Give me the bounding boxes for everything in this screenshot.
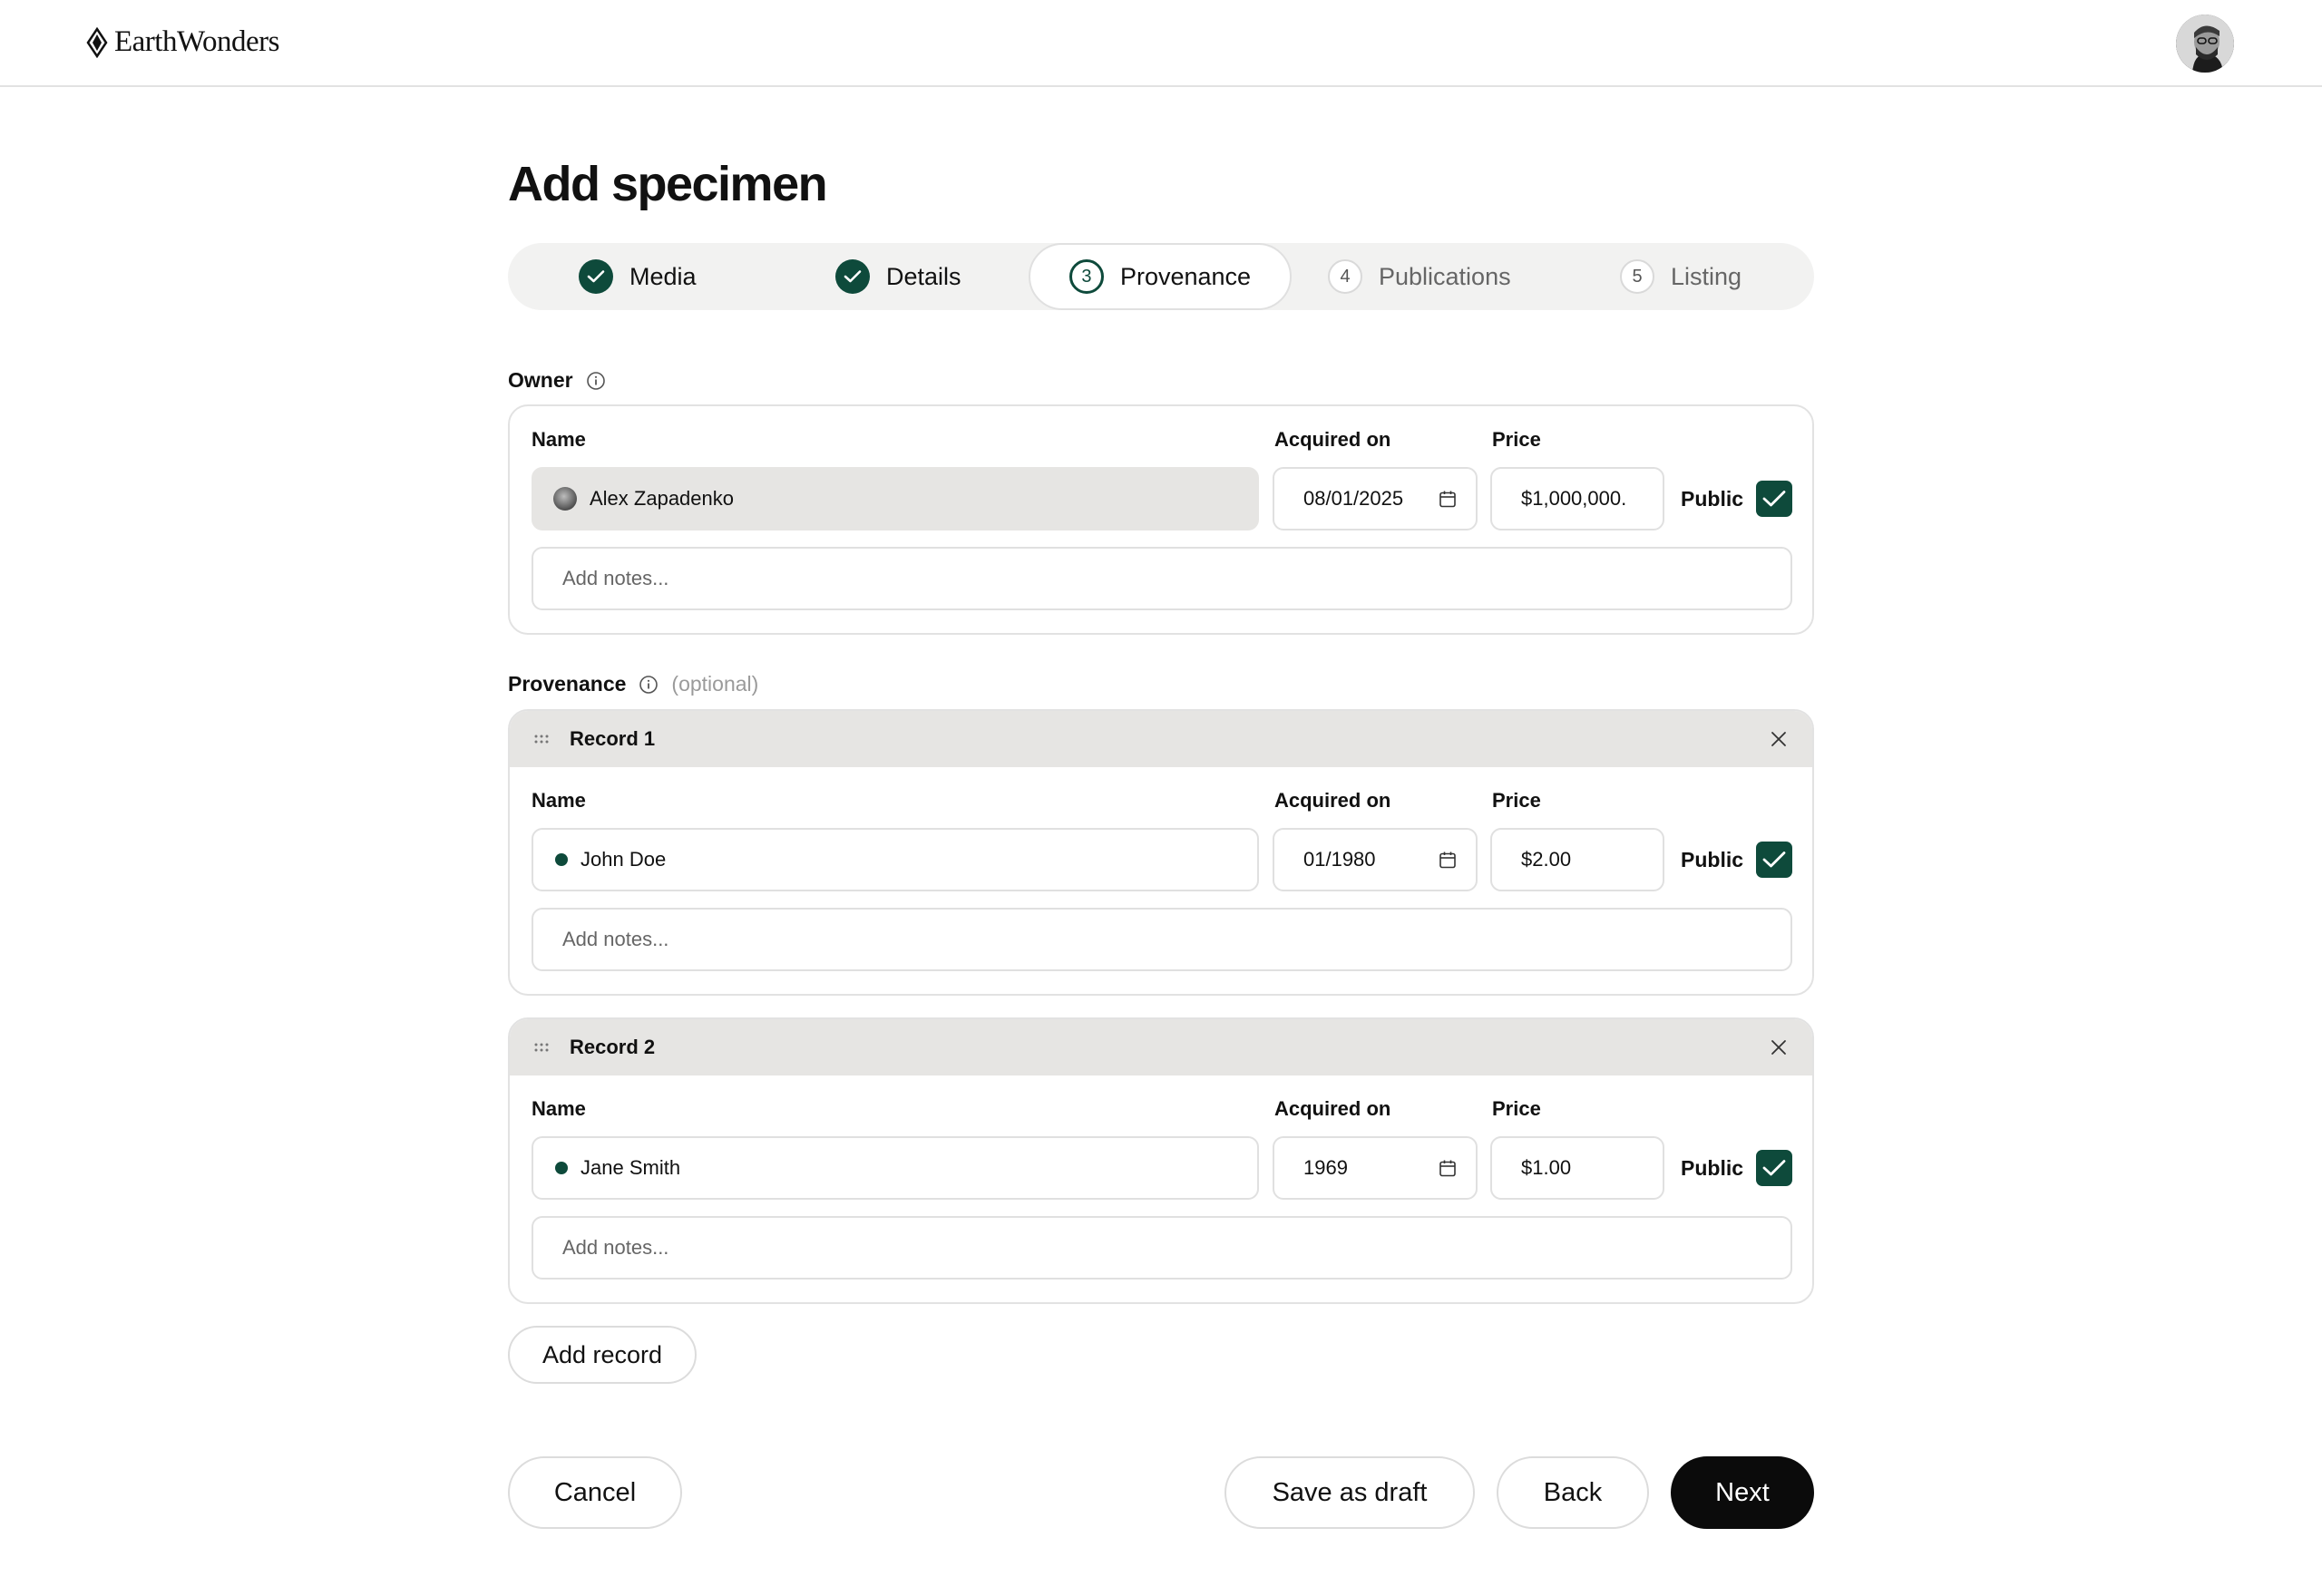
- name-label: Name: [532, 428, 586, 451]
- provenance-section-label: Provenance (optional): [508, 672, 758, 696]
- record-price-field[interactable]: $1.00: [1490, 1136, 1664, 1200]
- price-label: Price: [1492, 1097, 1541, 1120]
- calendar-icon[interactable]: [1438, 1158, 1458, 1178]
- acquired-on-label: Acquired on: [1274, 1097, 1391, 1120]
- record-notes-field[interactable]: Add notes...: [532, 1216, 1792, 1280]
- public-checkbox[interactable]: [1756, 842, 1793, 878]
- owner-notes-field[interactable]: Add notes...: [532, 547, 1792, 610]
- optional-label: (optional): [671, 672, 759, 696]
- info-icon[interactable]: [586, 371, 606, 391]
- record-header: Record 1: [510, 711, 1812, 767]
- step-label: Provenance: [1119, 262, 1252, 290]
- step-media[interactable]: Media: [579, 243, 697, 310]
- price-label: Price: [1492, 789, 1541, 812]
- info-icon[interactable]: [639, 675, 659, 695]
- top-bar: EarthWonders: [0, 0, 2322, 87]
- record-acquired-date-field[interactable]: 01/1980: [1273, 828, 1478, 891]
- public-checkbox[interactable]: [1756, 481, 1793, 517]
- provenance-record-card: Record 2 Name Acquired on Price Jane Smi…: [508, 1017, 1814, 1304]
- step-navigation: Media Details 3 Provenance 4 Publication…: [508, 243, 1814, 310]
- step-details[interactable]: Details: [835, 243, 961, 310]
- record-title: Record 2: [570, 1036, 656, 1058]
- step-label: Listing: [1671, 262, 1742, 290]
- owner-name-value: Alex Zapadenko: [590, 487, 734, 510]
- step-number: 5: [1620, 259, 1654, 294]
- record-name-field[interactable]: John Doe: [532, 828, 1259, 891]
- record-header: Record 2: [510, 1019, 1812, 1075]
- check-icon: [579, 259, 613, 294]
- step-label: Details: [886, 262, 961, 290]
- owner-price-value: $1,000,000.: [1521, 487, 1627, 510]
- name-label: Name: [532, 1097, 586, 1120]
- record-acquired-value: 1969: [1303, 1156, 1348, 1179]
- drag-handle-icon[interactable]: [533, 734, 550, 744]
- record-acquired-value: 01/1980: [1303, 848, 1376, 871]
- brand-logo[interactable]: EarthWonders: [85, 25, 279, 59]
- step-label: Media: [629, 262, 697, 290]
- acquired-on-label: Acquired on: [1274, 789, 1391, 812]
- status-dot-icon: [555, 853, 568, 866]
- step-number: 4: [1328, 259, 1362, 294]
- cancel-button[interactable]: Cancel: [508, 1456, 682, 1529]
- owner-card: Name Acquired on Price Alex Zapadenko 08…: [508, 404, 1814, 635]
- record-name-field[interactable]: Jane Smith: [532, 1136, 1259, 1200]
- remove-record-icon[interactable]: [1769, 729, 1789, 749]
- acquired-on-label: Acquired on: [1274, 428, 1391, 451]
- notes-placeholder: Add notes...: [562, 1236, 669, 1259]
- owner-label: Owner: [508, 368, 573, 392]
- public-checkbox[interactable]: [1756, 1150, 1793, 1186]
- provenance-label: Provenance: [508, 672, 627, 696]
- notes-placeholder: Add notes...: [562, 928, 669, 950]
- record-name-value: Jane Smith: [580, 1156, 681, 1179]
- owner-name-field[interactable]: Alex Zapadenko: [532, 467, 1259, 530]
- provenance-record-card: Record 1 Name Acquired on Price John Doe…: [508, 709, 1814, 996]
- owner-acquired-date-field[interactable]: 08/01/2025: [1273, 467, 1478, 530]
- record-acquired-date-field[interactable]: 1969: [1273, 1136, 1478, 1200]
- public-label: Public: [1681, 1155, 1744, 1180]
- page-title: Add specimen: [508, 157, 828, 211]
- next-button[interactable]: Next: [1671, 1456, 1814, 1529]
- name-label: Name: [532, 789, 586, 812]
- calendar-icon[interactable]: [1438, 489, 1458, 509]
- step-number: 3: [1068, 259, 1104, 294]
- notes-placeholder: Add notes...: [562, 567, 669, 589]
- public-label: Public: [1681, 486, 1744, 511]
- public-label: Public: [1681, 847, 1744, 871]
- step-label: Publications: [1379, 262, 1511, 290]
- owner-acquired-value: 08/01/2025: [1303, 487, 1404, 510]
- calendar-icon[interactable]: [1438, 850, 1458, 870]
- status-dot-icon: [555, 1162, 568, 1174]
- record-price-value: $1.00: [1521, 1156, 1572, 1179]
- step-publications[interactable]: 4 Publications: [1328, 243, 1511, 310]
- record-title: Record 1: [570, 727, 656, 750]
- owner-section-label: Owner: [508, 368, 606, 393]
- record-public-toggle: Public: [1681, 842, 1793, 878]
- step-provenance[interactable]: 3 Provenance: [1029, 243, 1292, 310]
- brand-diamond-icon: [85, 26, 109, 58]
- owner-public-toggle: Public: [1681, 481, 1793, 517]
- drag-handle-icon[interactable]: [533, 1042, 550, 1053]
- brand-name: EarthWonders: [114, 25, 279, 58]
- owner-price-field[interactable]: $1,000,000.: [1490, 467, 1664, 530]
- price-label: Price: [1492, 428, 1541, 451]
- record-price-field[interactable]: $2.00: [1490, 828, 1664, 891]
- remove-record-icon[interactable]: [1769, 1037, 1789, 1057]
- add-record-button[interactable]: Add record: [508, 1326, 697, 1384]
- record-notes-field[interactable]: Add notes...: [532, 908, 1792, 971]
- record-name-value: John Doe: [580, 848, 667, 871]
- step-listing[interactable]: 5 Listing: [1620, 243, 1742, 310]
- back-button[interactable]: Back: [1497, 1456, 1649, 1529]
- check-icon: [835, 259, 870, 294]
- record-public-toggle: Public: [1681, 1150, 1793, 1186]
- owner-avatar: [553, 487, 577, 511]
- user-avatar[interactable]: [2176, 15, 2234, 73]
- save-draft-button[interactable]: Save as draft: [1224, 1456, 1475, 1529]
- record-price-value: $2.00: [1521, 848, 1572, 871]
